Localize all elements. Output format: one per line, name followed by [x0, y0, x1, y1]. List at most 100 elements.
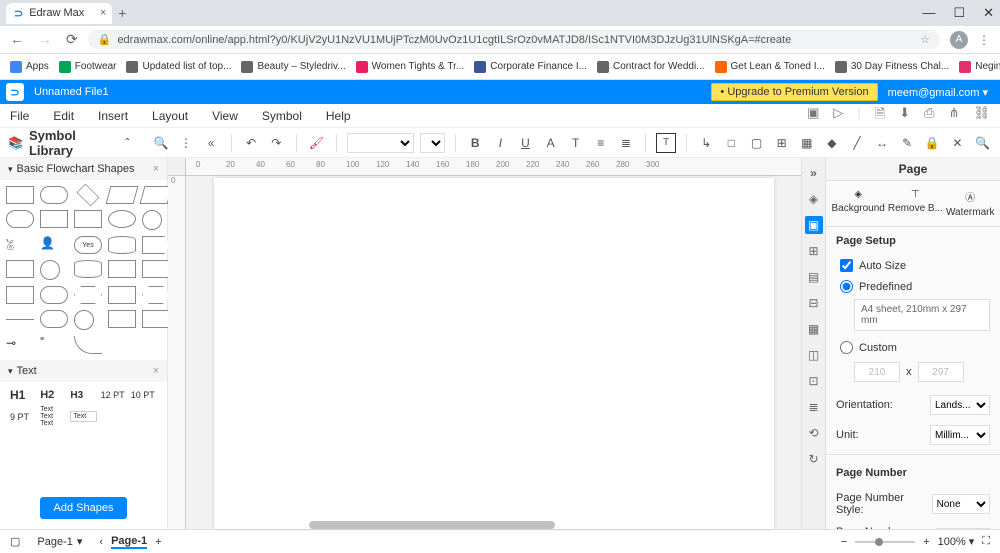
- shape-offpage[interactable]: [108, 310, 136, 328]
- zoom-in-icon[interactable]: +: [923, 536, 929, 548]
- text-box[interactable]: Text: [70, 411, 96, 422]
- shape-arrow[interactable]: [142, 236, 170, 254]
- page-tab[interactable]: Page-1: [111, 535, 147, 549]
- library-icon[interactable]: 📚: [8, 136, 23, 150]
- shape-connector[interactable]: [40, 260, 60, 280]
- shape-terminal[interactable]: [6, 210, 34, 228]
- height-input[interactable]: [918, 362, 964, 382]
- custom-radio[interactable]: [840, 341, 853, 354]
- download-icon[interactable]: ⬇: [899, 105, 910, 127]
- lock-icon[interactable]: 🔒: [923, 133, 942, 153]
- text-9pt[interactable]: 9 PT: [10, 412, 36, 422]
- orientation-select[interactable]: Lands...: [930, 395, 990, 415]
- align-left-icon[interactable]: ≡: [591, 133, 610, 153]
- size-select[interactable]: [420, 133, 445, 153]
- predefined-radio[interactable]: [840, 280, 853, 293]
- forward-icon[interactable]: →: [38, 31, 52, 48]
- new-tab-button[interactable]: +: [118, 5, 126, 21]
- tab-remove-bg[interactable]: ⊤ Remove B...: [888, 189, 943, 218]
- shape-display[interactable]: [40, 286, 68, 304]
- unit-select[interactable]: Millim...: [930, 425, 990, 445]
- style-icon[interactable]: ◫: [805, 346, 823, 364]
- link-icon[interactable]: ⛓: [973, 105, 990, 127]
- shape-hexagon[interactable]: [142, 286, 170, 304]
- shape-square-icon[interactable]: □: [722, 133, 741, 153]
- layout-view-icon[interactable]: ▢: [10, 535, 20, 548]
- bookmark-item[interactable]: Women Tights & Tr...: [356, 61, 465, 73]
- fill-icon[interactable]: ◈: [805, 190, 823, 208]
- shape-prep[interactable]: [74, 286, 102, 304]
- bookmark-item[interactable]: Get Lean & Toned I...: [715, 61, 825, 73]
- add-shapes-button[interactable]: Add Shapes: [40, 497, 128, 519]
- width-input[interactable]: [854, 362, 900, 382]
- prev-page-icon[interactable]: ‹: [99, 536, 103, 548]
- filename[interactable]: Unnamed File1: [34, 86, 109, 98]
- settings-icon[interactable]: ⊡: [805, 372, 823, 390]
- page-number-position-select[interactable]: Center: [936, 528, 990, 529]
- close-icon[interactable]: ×: [153, 163, 159, 175]
- filter-icon[interactable]: ⋮: [176, 133, 195, 153]
- shape-document[interactable]: [142, 260, 170, 278]
- font-select[interactable]: [347, 133, 414, 153]
- text-h3[interactable]: H3: [70, 390, 96, 401]
- italic-icon[interactable]: I: [491, 133, 510, 153]
- arrow-icon[interactable]: ↔: [873, 133, 892, 153]
- paint-icon[interactable]: 🖌: [307, 133, 326, 153]
- page-selector[interactable]: Page-1 ▾: [28, 532, 91, 551]
- connector-icon[interactable]: ↳: [697, 133, 716, 153]
- menu-file[interactable]: File: [10, 109, 29, 123]
- share-icon[interactable]: ⋔: [949, 105, 960, 127]
- expand-arrow-icon[interactable]: »: [805, 164, 823, 182]
- auto-size-checkbox[interactable]: [840, 259, 853, 272]
- shape-data[interactable]: [106, 186, 139, 204]
- shape-database[interactable]: [108, 236, 136, 254]
- menu-layout[interactable]: Layout: [152, 109, 188, 123]
- predefined-value[interactable]: A4 sheet, 210mm x 297 mm: [854, 299, 990, 331]
- tab-watermark[interactable]: Ⓐ Watermark: [946, 189, 995, 218]
- bookmark-item[interactable]: Contract for Weddi...: [597, 61, 705, 73]
- bookmark-item[interactable]: Corporate Finance I...: [474, 61, 587, 73]
- shape-manual[interactable]: [108, 260, 136, 278]
- bookmark-item[interactable]: Negin Mirsalehi (@...: [959, 61, 1000, 73]
- search-icon[interactable]: 🔍: [151, 133, 170, 153]
- text-tool-icon[interactable]: T: [656, 133, 675, 153]
- page-number-style-select[interactable]: None: [932, 494, 990, 514]
- shape-pentagon[interactable]: [142, 310, 170, 328]
- redo-icon[interactable]: ↷: [267, 133, 286, 153]
- minimize-icon[interactable]: —: [922, 5, 935, 21]
- shape-rounded[interactable]: [40, 186, 68, 204]
- tab-background[interactable]: ◈ Background: [832, 189, 885, 218]
- zoom-slider[interactable]: [855, 541, 915, 543]
- fullscreen-icon[interactable]: ⛶: [982, 535, 990, 548]
- chevron-down-icon[interactable]: ▾: [8, 164, 13, 175]
- text-size-icon[interactable]: T: [566, 133, 585, 153]
- collapse-icon[interactable]: «: [202, 133, 221, 153]
- grid-icon[interactable]: ⊞: [805, 242, 823, 260]
- line-icon[interactable]: ╱: [847, 133, 866, 153]
- shape-ring[interactable]: [74, 310, 94, 330]
- shape-yes[interactable]: Yes: [74, 236, 102, 254]
- shape-note[interactable]: ⊸: [6, 336, 34, 354]
- text-h1[interactable]: H1: [10, 388, 36, 402]
- shape-line[interactable]: [6, 319, 34, 320]
- layers-icon[interactable]: ⊟: [805, 294, 823, 312]
- shape-fill-icon[interactable]: ◆: [822, 133, 841, 153]
- properties-icon[interactable]: ▦: [805, 320, 823, 338]
- shape-decision[interactable]: [77, 184, 100, 207]
- zoom-label[interactable]: 100% ▾: [938, 535, 975, 548]
- upgrade-button[interactable]: • Upgrade to Premium Version: [711, 83, 877, 101]
- menu-symbol[interactable]: Symbol: [262, 109, 302, 123]
- shape-process[interactable]: [6, 186, 34, 204]
- shape-table-icon[interactable]: ▦: [797, 133, 816, 153]
- distribute-icon[interactable]: ⟲: [805, 424, 823, 442]
- profile-avatar[interactable]: A: [950, 31, 968, 49]
- tools-icon[interactable]: ✕: [948, 133, 967, 153]
- shape-direct[interactable]: [74, 260, 102, 278]
- maximize-icon[interactable]: ☐: [953, 5, 965, 21]
- shape-annotation[interactable]: ≡: [40, 336, 68, 354]
- bookmark-item[interactable]: Footwear: [59, 61, 117, 73]
- back-icon[interactable]: ←: [10, 31, 24, 48]
- close-window-icon[interactable]: ✕: [983, 5, 994, 21]
- page-canvas[interactable]: [214, 178, 774, 529]
- shape-user[interactable]: 👤: [40, 236, 68, 254]
